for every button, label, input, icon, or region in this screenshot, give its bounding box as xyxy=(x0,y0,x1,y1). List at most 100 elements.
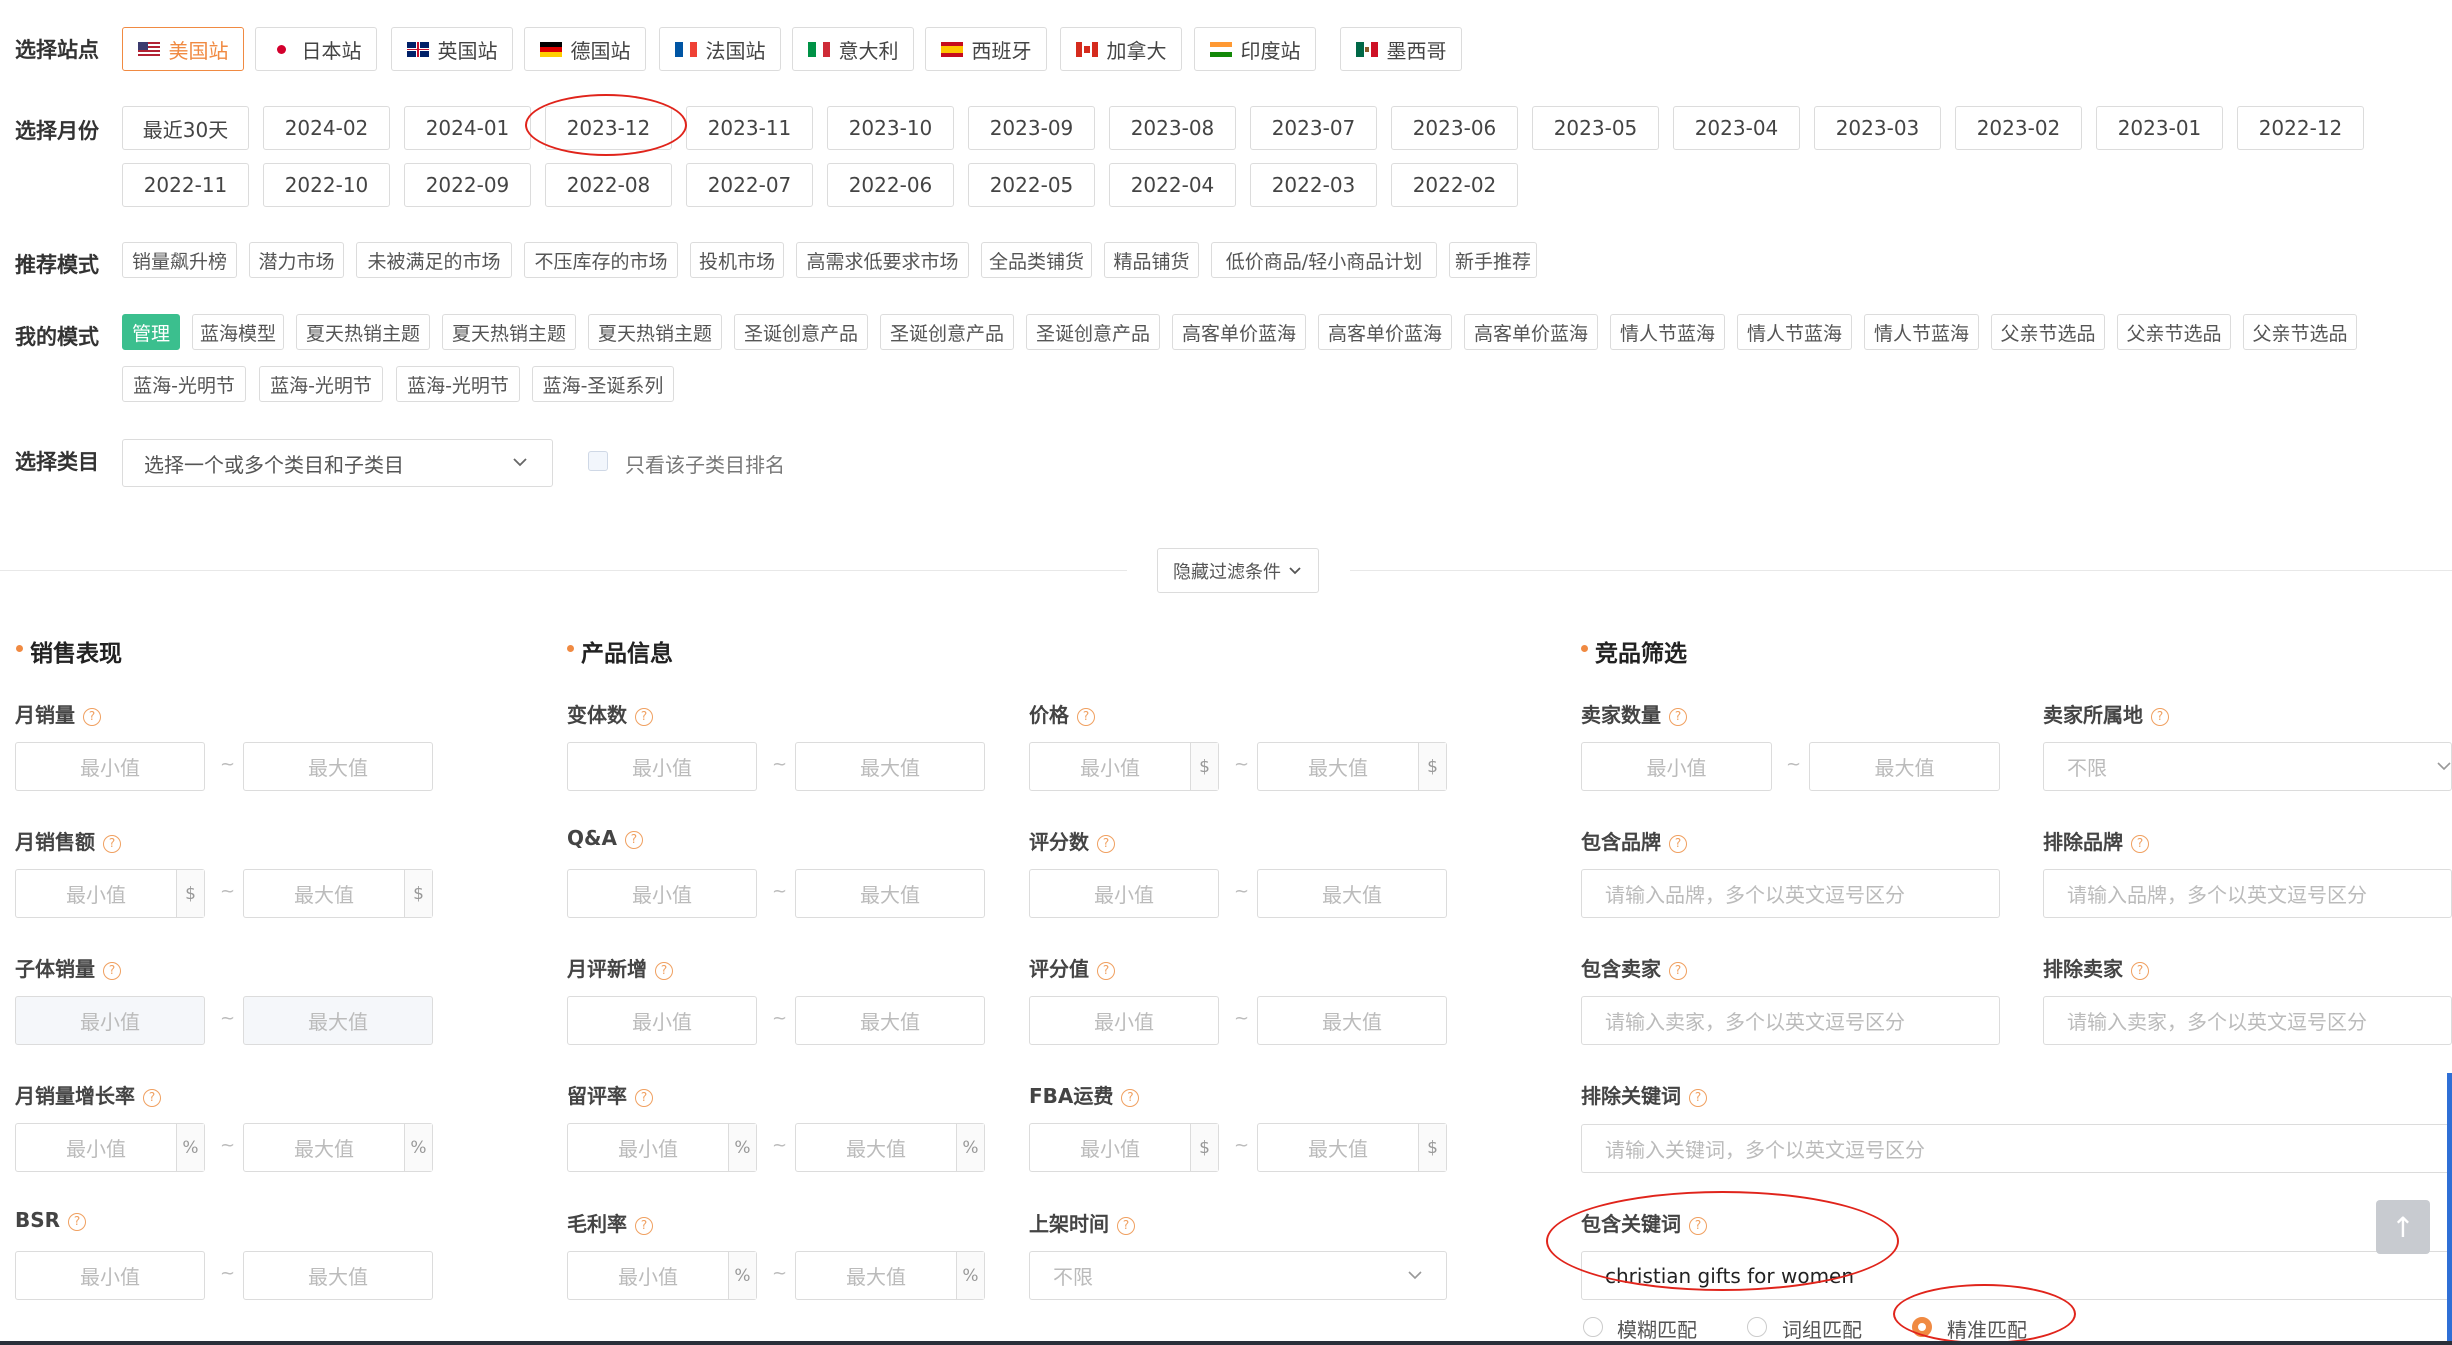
month-chip[interactable]: 2023-01 xyxy=(2096,106,2223,150)
my-mode-chip[interactable]: 高客单价蓝海 xyxy=(1172,314,1306,350)
product-field2-0-max-input[interactable]: 最大值 $ xyxy=(1257,742,1447,791)
recommend-mode-chip[interactable]: 精品铺货 xyxy=(1104,242,1199,278)
recommend-mode-chip[interactable]: 不压库存的市场 xyxy=(524,242,678,278)
help-icon[interactable]: ? xyxy=(1117,1217,1135,1235)
help-icon[interactable]: ? xyxy=(1097,962,1115,980)
help-icon[interactable]: ? xyxy=(635,708,653,726)
my-mode-chip[interactable]: 夏天热销主题 xyxy=(442,314,576,350)
month-chip[interactable]: 最近30天 xyxy=(122,106,249,150)
exclude-brand-input[interactable]: 请输入品牌，多个以英文逗号区分 xyxy=(2043,869,2452,918)
product-field2-1-max-input[interactable]: 最大值 xyxy=(1257,869,1447,918)
product-field-4-max-input[interactable]: 最大值% xyxy=(795,1251,985,1300)
my-mode-chip[interactable]: 高客单价蓝海 xyxy=(1318,314,1452,350)
manage-button[interactable]: 管理 xyxy=(122,314,180,350)
help-icon[interactable]: ? xyxy=(68,1213,87,1231)
month-chip[interactable]: 2022-09 xyxy=(404,163,531,207)
help-icon[interactable]: ? xyxy=(2131,962,2149,980)
month-chip[interactable]: 2022-10 xyxy=(263,163,390,207)
sales-field-3-min-input[interactable]: 最小值% xyxy=(15,1123,205,1172)
month-chip[interactable]: 2023-10 xyxy=(827,106,954,150)
sales-field-4-max-input[interactable]: 最大值 xyxy=(243,1251,433,1300)
product-field2-3-max-input[interactable]: 最大值 $ xyxy=(1257,1123,1447,1172)
month-chip[interactable]: 2023-03 xyxy=(1814,106,1941,150)
site-chip-mx[interactable]: 墨西哥 xyxy=(1340,27,1462,71)
my-mode-chip[interactable]: 蓝海模型 xyxy=(192,314,284,350)
recommend-mode-chip[interactable]: 未被满足的市场 xyxy=(356,242,512,278)
seller-count-max-input[interactable]: 最大值 xyxy=(1809,742,2000,791)
my-mode-chip[interactable]: 父亲节选品 xyxy=(2117,314,2231,350)
month-chip[interactable]: 2023-09 xyxy=(968,106,1095,150)
product-field2-3-min-input[interactable]: 最小值 $ xyxy=(1029,1123,1219,1172)
match-exact-radio[interactable] xyxy=(1912,1317,1932,1337)
sales-field-1-min-input[interactable]: 最小值 $ xyxy=(15,869,205,918)
product-field-2-min-input[interactable]: 最小值 xyxy=(567,996,757,1045)
help-icon[interactable]: ? xyxy=(1669,835,1687,853)
month-chip[interactable]: 2023-11 xyxy=(686,106,813,150)
recommend-mode-chip[interactable]: 全品类铺货 xyxy=(981,242,1092,278)
sales-field-2-min-input[interactable]: 最小值 xyxy=(15,996,205,1045)
month-chip[interactable]: 2022-02 xyxy=(1391,163,1518,207)
month-chip[interactable]: 2024-02 xyxy=(263,106,390,150)
help-icon[interactable]: ? xyxy=(635,1217,653,1235)
sales-field-0-min-input[interactable]: 最小值 xyxy=(15,742,205,791)
site-chip-es[interactable]: 西班牙 xyxy=(925,27,1047,71)
month-chip[interactable]: 2023-07 xyxy=(1250,106,1377,150)
match-phrase-radio[interactable] xyxy=(1747,1317,1767,1337)
my-mode-chip[interactable]: 父亲节选品 xyxy=(1991,314,2105,350)
my-mode-chip[interactable]: 夏天热销主题 xyxy=(296,314,430,350)
product-field-2-max-input[interactable]: 最大值 xyxy=(795,996,985,1045)
my-mode-chip[interactable]: 蓝海-光明节 xyxy=(396,366,520,402)
recommend-mode-chip[interactable]: 新手推荐 xyxy=(1449,242,1537,278)
help-icon[interactable]: ? xyxy=(143,1089,161,1107)
exclude-seller-input[interactable]: 请输入卖家，多个以英文逗号区分 xyxy=(2043,996,2452,1045)
recommend-mode-chip[interactable]: 潜力市场 xyxy=(249,242,344,278)
month-chip[interactable]: 2023-05 xyxy=(1532,106,1659,150)
my-mode-chip[interactable]: 蓝海-光明节 xyxy=(259,366,383,402)
month-chip[interactable]: 2022-03 xyxy=(1250,163,1377,207)
help-icon[interactable]: ? xyxy=(1097,835,1115,853)
sales-field-4-min-input[interactable]: 最小值 xyxy=(15,1251,205,1300)
month-chip[interactable]: 2023-12 xyxy=(545,106,672,150)
help-icon[interactable]: ? xyxy=(624,831,643,849)
exclude-keyword-input[interactable]: 请输入关键词，多个以英文逗号区分 xyxy=(1581,1124,2452,1173)
product-field-1-max-input[interactable]: 最大值 xyxy=(795,869,985,918)
month-chip[interactable]: 2023-06 xyxy=(1391,106,1518,150)
recommend-mode-chip[interactable]: 高需求低要求市场 xyxy=(796,242,969,278)
category-select[interactable]: 选择一个或多个类目和子类目 xyxy=(122,439,553,487)
sales-field-3-max-input[interactable]: 最大值% xyxy=(243,1123,433,1172)
product-field2-0-min-input[interactable]: 最小值 $ xyxy=(1029,742,1219,791)
help-icon[interactable]: ? xyxy=(103,962,121,980)
month-chip[interactable]: 2023-04 xyxy=(1673,106,1800,150)
help-icon[interactable]: ? xyxy=(1121,1089,1140,1107)
month-chip[interactable]: 2022-07 xyxy=(686,163,813,207)
month-chip[interactable]: 2024-01 xyxy=(404,106,531,150)
site-chip-jp[interactable]: 日本站 xyxy=(255,27,377,71)
help-icon[interactable]: ? xyxy=(103,835,121,853)
help-icon[interactable]: ? xyxy=(635,1089,653,1107)
help-icon[interactable]: ? xyxy=(1689,1089,1707,1107)
subcategory-only-checkbox[interactable] xyxy=(588,451,608,471)
seller-count-min-input[interactable]: 最小值 xyxy=(1581,742,1772,791)
include-keyword-input[interactable]: christian gifts for women xyxy=(1581,1251,2452,1300)
help-icon[interactable]: ? xyxy=(1669,708,1687,726)
product-field-3-min-input[interactable]: 最小值% xyxy=(567,1123,757,1172)
seller-location-select[interactable]: 不限 xyxy=(2043,742,2452,791)
my-mode-chip[interactable]: 父亲节选品 xyxy=(2243,314,2357,350)
my-mode-chip[interactable]: 高客单价蓝海 xyxy=(1464,314,1598,350)
recommend-mode-chip[interactable]: 投机市场 xyxy=(690,242,784,278)
site-chip-it[interactable]: 意大利 xyxy=(792,27,914,71)
help-icon[interactable]: ? xyxy=(655,962,673,980)
my-mode-chip[interactable]: 情人节蓝海 xyxy=(1864,314,1979,350)
product-field-0-max-input[interactable]: 最大值 xyxy=(795,742,985,791)
product-field-3-max-input[interactable]: 最大值% xyxy=(795,1123,985,1172)
help-icon[interactable]: ? xyxy=(1077,708,1095,726)
help-icon[interactable]: ? xyxy=(2131,835,2149,853)
my-mode-chip[interactable]: 情人节蓝海 xyxy=(1737,314,1852,350)
help-icon[interactable]: ? xyxy=(1669,962,1687,980)
include-seller-input[interactable]: 请输入卖家，多个以英文逗号区分 xyxy=(1581,996,2000,1045)
my-mode-chip[interactable]: 圣诞创意产品 xyxy=(734,314,868,350)
site-chip-de[interactable]: 德国站 xyxy=(524,27,646,71)
month-chip[interactable]: 2022-06 xyxy=(827,163,954,207)
match-fuzzy-radio[interactable] xyxy=(1583,1317,1603,1337)
my-mode-chip[interactable]: 蓝海-圣诞系列 xyxy=(532,366,674,402)
